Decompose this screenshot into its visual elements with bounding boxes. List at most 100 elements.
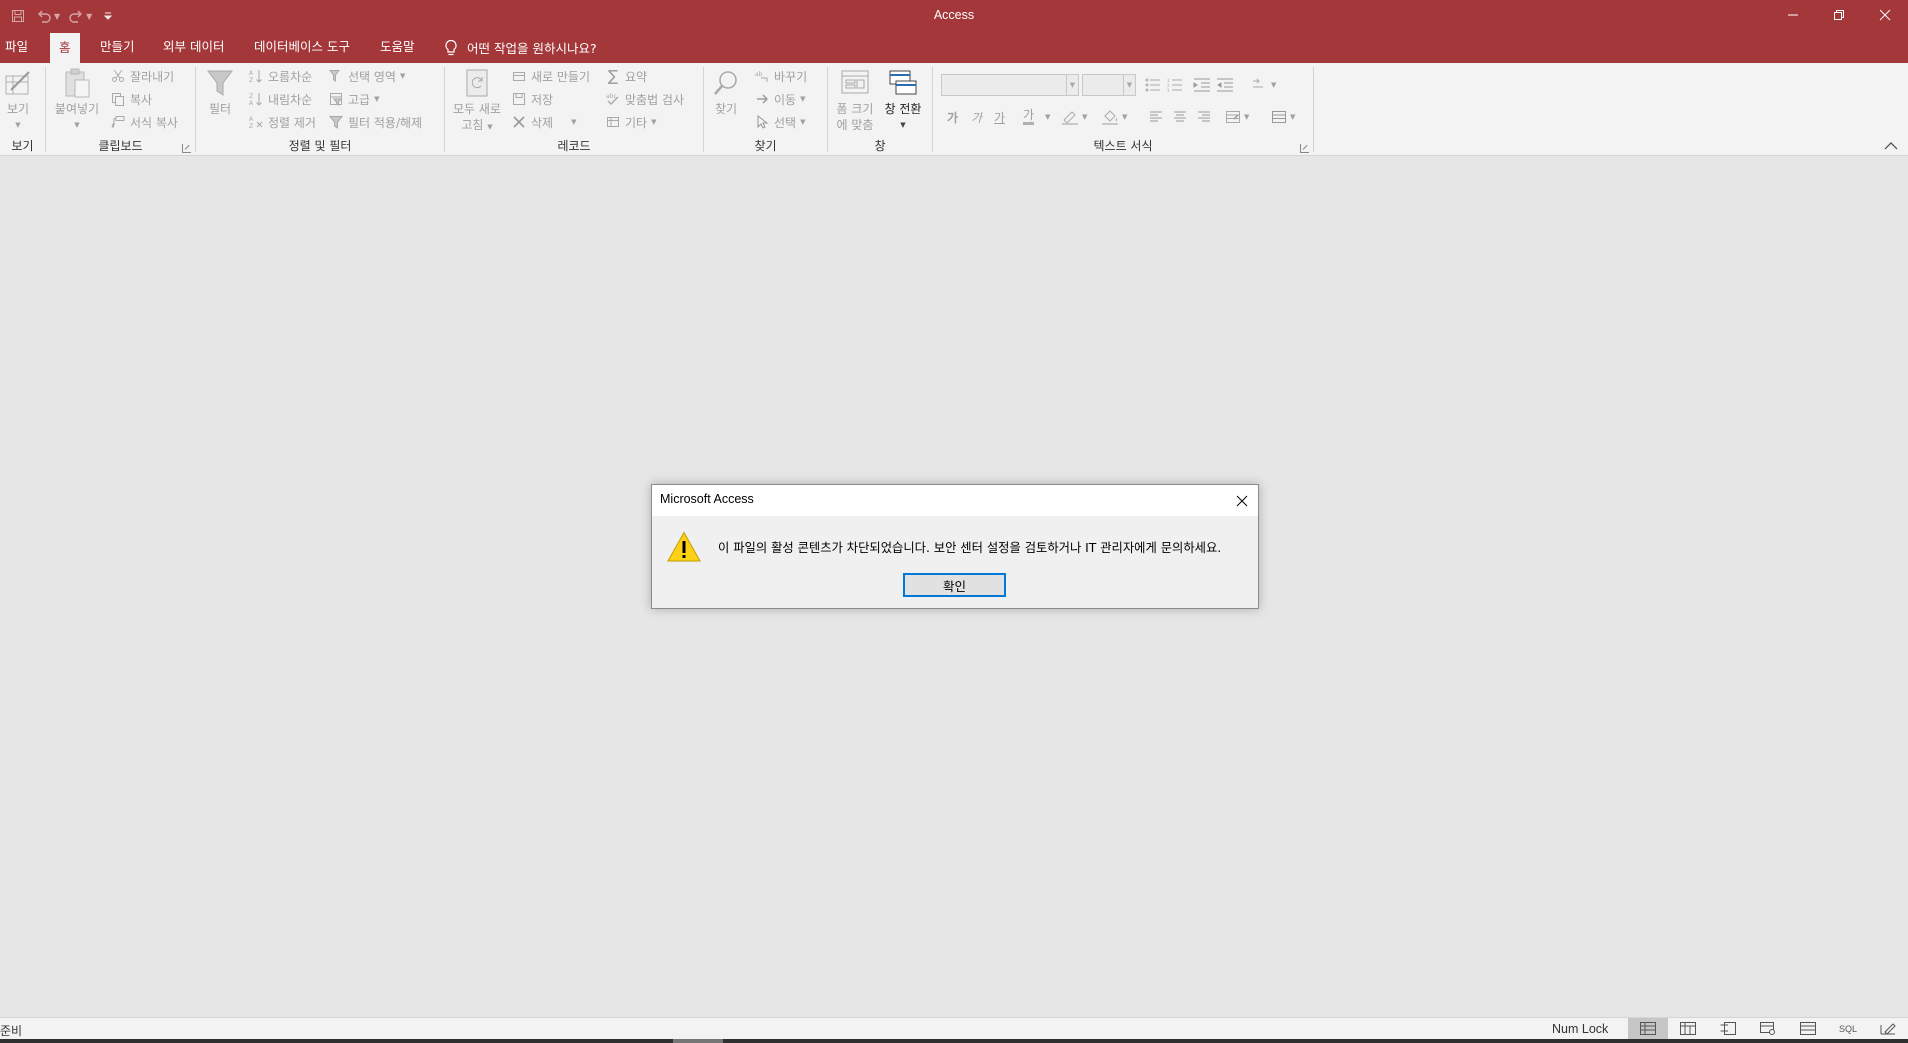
svg-text:Z: Z <box>249 123 253 129</box>
replace-label: 바꾸기 <box>774 69 808 84</box>
font-name-dropdown-icon[interactable]: ▼ <box>1066 75 1078 95</box>
new-record-button[interactable]: 새로 만들기 <box>511 66 590 86</box>
collapse-ribbon-icon[interactable] <box>1884 141 1898 151</box>
increase-indent-icon[interactable] <box>1193 75 1211 95</box>
chart-view-button[interactable] <box>1748 1018 1788 1039</box>
dialog-close-button[interactable] <box>1226 485 1258 516</box>
switch-windows-button[interactable]: 창 전환 ▼ <box>880 67 926 133</box>
ok-button[interactable]: 확인 <box>903 573 1006 597</box>
align-right-icon[interactable] <box>1197 107 1211 127</box>
more-button[interactable]: 기타 ▼ <box>605 112 656 132</box>
tab-database-tools[interactable]: 데이터베이스 도구 <box>254 32 350 63</box>
font-size-dropdown-icon[interactable]: ▼ <box>1123 75 1135 95</box>
fit-to-form-button[interactable]: 폼 크기 에 맞춤 <box>834 67 876 133</box>
font-size-combo[interactable]: ▼ <box>1082 74 1136 96</box>
horizontal-scroll-thumb[interactable] <box>673 1039 723 1043</box>
font-color-dropdown-icon[interactable]: ▼ <box>1045 107 1050 127</box>
close-icon <box>1879 9 1891 21</box>
pivot-view-button[interactable] <box>1668 1018 1708 1039</box>
design-view-button[interactable] <box>1788 1018 1828 1039</box>
tab-create[interactable]: 만들기 <box>100 32 135 63</box>
tell-me-placeholder: 어떤 작업을 원하시나요? <box>467 41 597 56</box>
status-bar: 준비 Num Lock SQL <box>0 1017 1908 1039</box>
find-button[interactable]: 찾기 <box>710 67 742 117</box>
remove-sort-label: 정렬 제거 <box>268 115 316 130</box>
fill-color-icon[interactable]: ▼ <box>1101 107 1127 127</box>
numbering-icon[interactable]: 123 <box>1167 75 1183 95</box>
font-name-combo[interactable]: ▼ <box>941 74 1079 96</box>
close-window-button[interactable] <box>1862 0 1908 30</box>
layout-view-button[interactable] <box>1708 1018 1748 1039</box>
delete-label: 삭제 <box>531 115 554 130</box>
minimize-button[interactable] <box>1770 0 1816 30</box>
tab-help[interactable]: 도움말 <box>380 32 415 63</box>
cut-label: 잘라내기 <box>130 69 175 84</box>
align-left-icon[interactable] <box>1149 107 1163 127</box>
totals-button[interactable]: ∑ 요약 <box>605 66 647 86</box>
bullets-icon[interactable] <box>1145 75 1161 95</box>
svg-text:A: A <box>249 100 254 106</box>
select-button[interactable]: 선택 ▼ <box>754 112 805 132</box>
sql-view-label: SQL <box>1838 1023 1857 1034</box>
alternate-row-color-icon[interactable]: ▼ <box>1225 107 1249 127</box>
clipboard-launcher-icon[interactable] <box>182 144 191 153</box>
filter-button[interactable]: 필터 <box>202 67 238 117</box>
refresh-dropdown-icon: ▼ <box>487 123 493 131</box>
italic-button[interactable]: 가 <box>971 107 982 127</box>
save-record-button[interactable]: 저장 <box>511 89 553 109</box>
datasheet-view-button[interactable] <box>1628 1018 1668 1039</box>
paragraph-direction-icon[interactable]: ▼ <box>1251 75 1276 95</box>
font-color-button[interactable]: 가 <box>1023 107 1035 125</box>
refresh-label-line2: 고침 <box>461 118 484 132</box>
new-label: 새로 만들기 <box>531 69 591 84</box>
format-painter-button[interactable]: 서식 복사 <box>110 112 178 132</box>
view-dropdown-icon: ▼ <box>15 121 21 129</box>
totals-label: 요약 <box>625 69 648 84</box>
sort-ascending-button[interactable]: AZ 오름차순 <box>248 66 312 86</box>
decrease-indent-icon[interactable] <box>1216 75 1234 95</box>
tab-home[interactable]: 홈 <box>50 33 80 63</box>
cut-button[interactable]: 잘라내기 <box>110 66 174 86</box>
refresh-icon <box>461 67 493 99</box>
sort-descending-button[interactable]: ZA 내림차순 <box>248 89 312 109</box>
remove-sort-icon: AZ <box>248 114 264 130</box>
bold-button[interactable]: 가 <box>947 107 958 127</box>
tell-me-box[interactable]: 어떤 작업을 원하시나요? <box>444 32 597 63</box>
align-center-icon[interactable] <box>1173 107 1187 127</box>
chart-view-icon <box>1760 1022 1775 1035</box>
highlight-icon[interactable]: ▼ <box>1061 107 1087 127</box>
toggle-filter-button[interactable]: 필터 적용/해제 <box>328 112 422 132</box>
group-text-format: ▼ ▼ 123 ▼ 가 가 가 가 ▼ ▼ ▼ ▼ ▼ 텍스트 서식 <box>933 63 1313 156</box>
selection-filter-button[interactable]: 선택 영역 ▼ <box>328 66 405 86</box>
tab-file[interactable]: 파일 <box>5 32 28 63</box>
funnel-icon <box>204 67 236 99</box>
replace-button[interactable]: ab 바꾸기 <box>754 66 807 86</box>
selection-label: 선택 영역 <box>348 69 396 84</box>
restore-button[interactable] <box>1816 0 1862 30</box>
title-bar: ▼ ▼ Access <box>0 0 1908 32</box>
remove-sort-button[interactable]: AZ 정렬 제거 <box>248 112 316 132</box>
svg-text:Z: Z <box>249 93 253 100</box>
status-text: 준비 <box>0 1024 23 1038</box>
gridlines-icon[interactable]: ▼ <box>1271 107 1295 127</box>
copy-button[interactable]: 복사 <box>110 89 152 109</box>
paste-button[interactable]: 붙여넣기 ▼ <box>54 67 100 133</box>
sql-view-button[interactable]: SQL <box>1828 1018 1868 1039</box>
design-edit-view-button[interactable] <box>1868 1018 1908 1039</box>
goto-button[interactable]: 이동 ▼ <box>754 89 805 109</box>
text-format-launcher-icon[interactable] <box>1300 144 1309 153</box>
view-button[interactable]: 보기 ▼ <box>1 67 35 133</box>
delete-record-button[interactable]: 삭제 ▼ <box>511 112 576 132</box>
refresh-all-button[interactable]: 모두 새로 고침 ▼ <box>451 67 503 135</box>
view-switcher: SQL <box>1628 1018 1908 1039</box>
tab-external-data[interactable]: 외부 데이터 <box>163 32 224 63</box>
spelling-button[interactable]: abc 맞춤법 검사 <box>605 89 684 109</box>
copy-icon <box>110 91 126 107</box>
dialog-title-bar: Microsoft Access <box>652 485 1258 516</box>
group-sort-filter: 필터 AZ 오름차순 ZA 내림차순 AZ 정렬 제거 선택 영역 ▼ 고급 ▼… <box>196 63 444 156</box>
advanced-filter-button[interactable]: 고급 ▼ <box>328 89 379 109</box>
pivot-table-icon <box>1680 1022 1696 1035</box>
group-label-view: 보기 <box>11 139 34 153</box>
advanced-dropdown-icon: ▼ <box>374 95 380 103</box>
underline-button[interactable]: 가 <box>994 107 1005 127</box>
